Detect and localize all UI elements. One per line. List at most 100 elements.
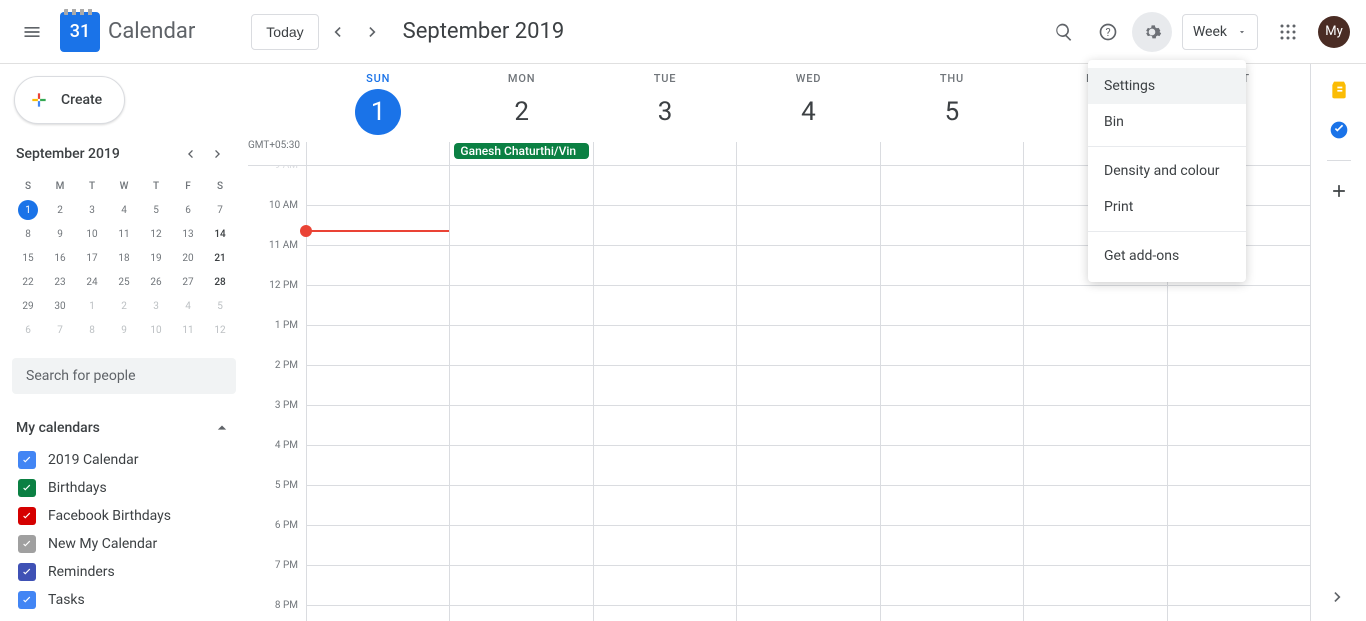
- time-slot[interactable]: [737, 166, 879, 206]
- time-slot[interactable]: [737, 206, 879, 246]
- mini-day[interactable]: 10: [140, 318, 172, 342]
- calendar-list-item[interactable]: New My Calendar: [12, 530, 236, 558]
- checkbox-icon[interactable]: [18, 591, 36, 609]
- mini-day[interactable]: 8: [76, 318, 108, 342]
- view-selector[interactable]: Week: [1182, 14, 1258, 50]
- mini-day[interactable]: 11: [108, 222, 140, 246]
- calendar-list-item[interactable]: 2019 Calendar: [12, 446, 236, 474]
- time-slot[interactable]: [594, 406, 736, 446]
- mini-day[interactable]: 4: [172, 294, 204, 318]
- time-slot[interactable]: [594, 526, 736, 566]
- mini-day[interactable]: 1: [12, 198, 44, 222]
- mini-day[interactable]: 29: [12, 294, 44, 318]
- time-slot[interactable]: [1024, 286, 1166, 326]
- time-slot[interactable]: [881, 566, 1023, 606]
- time-slot[interactable]: [1168, 366, 1310, 406]
- mini-day[interactable]: 25: [108, 270, 140, 294]
- mini-day[interactable]: 3: [76, 198, 108, 222]
- mini-day[interactable]: 12: [140, 222, 172, 246]
- time-slot[interactable]: [737, 566, 879, 606]
- time-slot[interactable]: [450, 166, 592, 206]
- create-button[interactable]: Create: [14, 76, 125, 124]
- time-slot[interactable]: [307, 446, 449, 486]
- day-header[interactable]: MON2: [449, 64, 592, 142]
- mini-day[interactable]: 19: [140, 246, 172, 270]
- time-slot[interactable]: [881, 286, 1023, 326]
- time-slot[interactable]: [1024, 486, 1166, 526]
- time-slot[interactable]: [1168, 286, 1310, 326]
- time-slot[interactable]: [1024, 366, 1166, 406]
- menu-item[interactable]: Density and colour: [1088, 153, 1246, 189]
- time-slot[interactable]: [450, 526, 592, 566]
- time-slot[interactable]: [594, 326, 736, 366]
- time-slot[interactable]: [881, 406, 1023, 446]
- time-slot[interactable]: [881, 326, 1023, 366]
- mini-day[interactable]: 16: [44, 246, 76, 270]
- next-period-button[interactable]: [357, 16, 389, 48]
- menu-item[interactable]: Print: [1088, 189, 1246, 225]
- mini-day[interactable]: 21: [204, 246, 236, 270]
- time-slot[interactable]: [594, 246, 736, 286]
- time-slot[interactable]: [450, 446, 592, 486]
- mini-day[interactable]: 9: [44, 222, 76, 246]
- time-slot[interactable]: [594, 286, 736, 326]
- time-slot[interactable]: [1024, 526, 1166, 566]
- mini-day[interactable]: 6: [12, 318, 44, 342]
- time-slot[interactable]: [450, 606, 592, 621]
- allday-cell[interactable]: [593, 142, 736, 165]
- time-slot[interactable]: [594, 606, 736, 621]
- time-slot[interactable]: [1024, 326, 1166, 366]
- time-slot[interactable]: [737, 526, 879, 566]
- mini-day[interactable]: 14: [204, 222, 236, 246]
- time-slot[interactable]: [1168, 526, 1310, 566]
- time-slot[interactable]: [737, 606, 879, 621]
- mini-day[interactable]: 2: [108, 294, 140, 318]
- menu-item[interactable]: Settings: [1088, 68, 1246, 104]
- prev-period-button[interactable]: [321, 16, 353, 48]
- time-slot[interactable]: [881, 606, 1023, 621]
- allday-event[interactable]: Ganesh Chaturthi/Vin: [454, 143, 588, 159]
- time-slot[interactable]: [594, 206, 736, 246]
- day-header[interactable]: THU5: [880, 64, 1023, 142]
- time-slot[interactable]: [737, 446, 879, 486]
- mini-day[interactable]: 26: [140, 270, 172, 294]
- time-slot[interactable]: [881, 246, 1023, 286]
- mini-next-button[interactable]: [204, 140, 232, 168]
- time-slot[interactable]: [594, 446, 736, 486]
- checkbox-icon[interactable]: [18, 507, 36, 525]
- checkbox-icon[interactable]: [18, 451, 36, 469]
- time-slot[interactable]: [307, 606, 449, 621]
- time-slot[interactable]: [881, 166, 1023, 206]
- time-slot[interactable]: [1168, 446, 1310, 486]
- mini-day[interactable]: 5: [140, 198, 172, 222]
- calendar-list-item[interactable]: Tasks: [12, 586, 236, 614]
- time-slot[interactable]: [737, 406, 879, 446]
- time-slot[interactable]: [307, 326, 449, 366]
- keep-app-icon[interactable]: [1329, 80, 1349, 100]
- mini-day[interactable]: 30: [44, 294, 76, 318]
- time-slot[interactable]: [307, 566, 449, 606]
- add-addon-button[interactable]: [1329, 181, 1349, 201]
- checkbox-icon[interactable]: [18, 563, 36, 581]
- mini-day[interactable]: 6: [172, 198, 204, 222]
- calendar-list-item[interactable]: Facebook Birthdays: [12, 502, 236, 530]
- time-slot[interactable]: [1024, 446, 1166, 486]
- time-slot[interactable]: [1168, 566, 1310, 606]
- google-apps-button[interactable]: [1268, 12, 1308, 52]
- time-slot[interactable]: [1168, 486, 1310, 526]
- mini-day[interactable]: 3: [140, 294, 172, 318]
- time-slot[interactable]: [450, 366, 592, 406]
- time-slot[interactable]: [307, 526, 449, 566]
- time-slot[interactable]: [450, 566, 592, 606]
- allday-cell[interactable]: [736, 142, 879, 165]
- time-slot[interactable]: [307, 286, 449, 326]
- time-slot[interactable]: [307, 166, 449, 206]
- day-header[interactable]: TUE3: [593, 64, 736, 142]
- time-slot[interactable]: [737, 246, 879, 286]
- checkbox-icon[interactable]: [18, 535, 36, 553]
- mini-day[interactable]: 23: [44, 270, 76, 294]
- time-slot[interactable]: [450, 326, 592, 366]
- mini-day[interactable]: 15: [12, 246, 44, 270]
- account-avatar[interactable]: My: [1318, 16, 1350, 48]
- mini-day[interactable]: 9: [108, 318, 140, 342]
